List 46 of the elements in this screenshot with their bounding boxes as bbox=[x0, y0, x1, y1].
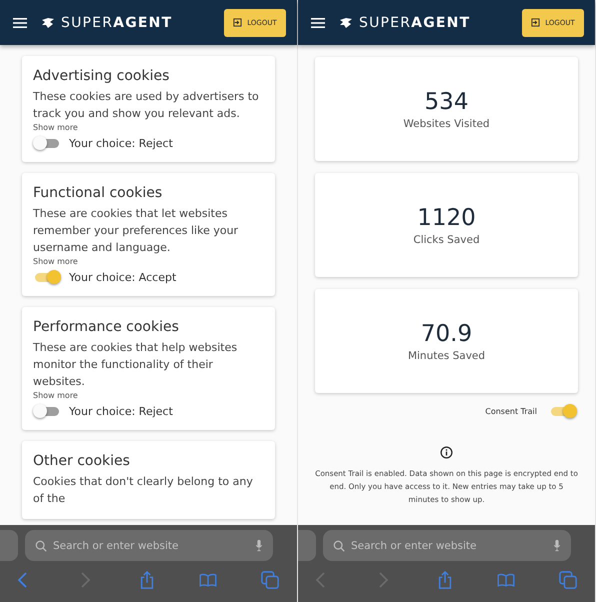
app-logo: SUPERAGENT bbox=[61, 14, 172, 30]
bird-logo-icon bbox=[339, 16, 353, 28]
stat-label: Websites Visited bbox=[403, 118, 490, 130]
stat-value: 1120 bbox=[417, 204, 476, 230]
stat-label: Clicks Saved bbox=[413, 234, 480, 246]
choice-label: Your choice: Reject bbox=[69, 137, 173, 150]
stat-value: 70.9 bbox=[420, 320, 472, 346]
card-description: Cookies that don't clearly belong to any of the bbox=[33, 474, 254, 507]
stat-value: 534 bbox=[424, 88, 468, 114]
microphone-icon[interactable] bbox=[255, 539, 263, 552]
stat-label: Minutes Saved bbox=[408, 350, 486, 362]
toggle-switch[interactable] bbox=[35, 139, 59, 148]
search-icon bbox=[35, 540, 47, 552]
tab-preview[interactable] bbox=[298, 530, 316, 561]
microphone-icon[interactable] bbox=[553, 539, 561, 552]
toggle-switch[interactable] bbox=[551, 407, 575, 416]
menu-icon[interactable] bbox=[13, 18, 27, 28]
app-logo: SUPERAGENT bbox=[359, 14, 470, 30]
search-icon bbox=[333, 540, 345, 552]
consent-trail-label: Consent Trail bbox=[485, 407, 537, 416]
show-more-link[interactable]: Show more bbox=[33, 123, 264, 132]
card-title: Other cookies bbox=[33, 453, 131, 469]
bookmarks-icon[interactable] bbox=[199, 571, 218, 589]
logout-icon bbox=[233, 18, 242, 27]
tabs-icon[interactable] bbox=[559, 571, 577, 589]
tab-preview[interactable] bbox=[0, 530, 18, 561]
card-title: Performance cookies bbox=[33, 319, 180, 335]
search-placeholder: Search or enter website bbox=[351, 540, 477, 552]
show-more-link[interactable]: Show more bbox=[33, 257, 264, 266]
menu-icon[interactable] bbox=[311, 18, 325, 28]
card-title: Functional cookies bbox=[33, 185, 164, 201]
tabs-icon[interactable] bbox=[261, 571, 279, 589]
bird-logo-icon bbox=[41, 16, 55, 28]
card-description: These cookies are used by advertisers to track you and show you relevant ads. bbox=[33, 89, 260, 122]
choice-label: Your choice: Reject bbox=[69, 405, 173, 418]
toggle-switch[interactable] bbox=[35, 407, 59, 416]
card-description: These are cookies that let websites remember your preferences like your username and language. bbox=[33, 206, 240, 256]
show-more-link[interactable]: Show more bbox=[33, 391, 264, 400]
choice-label: Your choice: Accept bbox=[69, 271, 176, 284]
card-title: Advertising cookies bbox=[33, 68, 170, 84]
search-placeholder: Search or enter website bbox=[53, 540, 179, 552]
info-icon bbox=[440, 446, 453, 459]
bookmarks-icon[interactable] bbox=[497, 571, 516, 589]
logout-icon bbox=[531, 18, 540, 27]
toggle-switch[interactable] bbox=[35, 273, 59, 282]
card-description: These are cookies that help websites monitor the functionality of their websites. bbox=[33, 340, 238, 390]
